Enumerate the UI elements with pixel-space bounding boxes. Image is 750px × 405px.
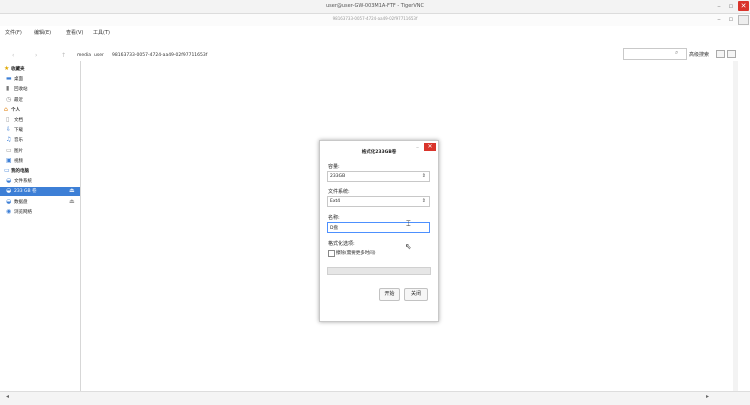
menu-view[interactable]: 查看(V) [66, 29, 83, 36]
window-maximize-button[interactable]: ▫ [726, 14, 736, 24]
sidebar-item-1[interactable]: ▬ 桌面 [0, 75, 80, 84]
sidebar-item-label: 回收站 [14, 87, 28, 93]
breadcrumb-media[interactable]: media [77, 53, 91, 58]
name-label: 名称: [328, 215, 340, 221]
clock-icon: ◷ [6, 95, 12, 103]
format-options-label: 格式化选项: [328, 241, 355, 247]
sidebar-item-11[interactable]: ◒ 文件系统 [0, 177, 80, 186]
window-title: 98163733-0057-4724-aa49-02f97711653f [332, 16, 418, 21]
dialog-minimize-button[interactable]: – [416, 144, 419, 151]
desktop-icon: ▬ [6, 75, 12, 83]
volume-name-value: D盘 [330, 226, 338, 231]
vnc-window-title: user@user-GW-003M1A-FTF - TigerVNC [325, 3, 424, 9]
sidebar-item-label: 浏览网络 [14, 209, 32, 215]
window-restore-icon[interactable] [738, 15, 749, 25]
format-dialog: 格式化233GB卷 – ✕ 容量: 233GB ⇕ 文件系统: Ext4 ⇕ 名… [319, 140, 439, 322]
sidebar-item-0[interactable]: ★ 收藏夹 [0, 65, 80, 74]
trash-icon: ▮ [6, 85, 10, 93]
filesystem-value: Ext4 [330, 199, 341, 204]
mouse-pointer-icon: ⇖ [405, 242, 412, 251]
updown-icon: ⇕ [421, 198, 426, 204]
vertical-scrollbar[interactable] [733, 61, 738, 391]
sidebar-item-14[interactable]: ◉ 浏览网络 [0, 208, 80, 217]
scroll-left-icon[interactable]: ◂ [6, 393, 9, 400]
menu-edit[interactable]: 编辑(E) [34, 29, 51, 36]
erase-checkbox[interactable] [328, 250, 335, 257]
filesystem-select[interactable]: Ext4 ⇕ [327, 196, 430, 207]
list-view-icon[interactable] [727, 50, 736, 58]
dialog-title: 格式化233GB卷 [361, 150, 397, 155]
download-icon: ⇩ [6, 126, 12, 134]
text-cursor-icon: ⌶ [406, 219, 411, 228]
star-icon: ★ [4, 65, 10, 72]
sidebar-item-label: 文档 [14, 118, 23, 123]
icon-view-icon[interactable] [716, 50, 725, 58]
capacity-select[interactable]: 233GB ⇕ [327, 171, 430, 182]
capacity-value: 233GB [330, 174, 346, 179]
close-button[interactable]: 关闭 [404, 288, 428, 301]
eject-icon[interactable]: ⏏ [69, 187, 75, 194]
erase-checkbox-label[interactable]: 擦除(需要更多时间) [336, 250, 376, 256]
sidebar-item-label: 文件系统 [14, 179, 32, 185]
start-button[interactable]: 开始 [379, 288, 400, 301]
sidebar-item-6[interactable]: ⇩ 下载 [0, 126, 80, 135]
sidebar-item-label: 个人 [11, 107, 20, 113]
music-icon: ♫ [6, 136, 12, 144]
window-minimize-button[interactable]: – [714, 14, 724, 24]
sidebar-item-3[interactable]: ◷ 最近 [0, 96, 80, 105]
sidebar-item-8[interactable]: ▭ 图片 [0, 147, 80, 156]
back-button[interactable]: ‹ [12, 52, 14, 59]
sidebar-item-label: 收藏夹 [11, 67, 25, 72]
filesystem-label: 文件系统: [328, 189, 350, 195]
video-icon: ▣ [6, 156, 12, 164]
picture-icon: ▭ [6, 146, 12, 154]
drive-icon: ◒ [6, 187, 12, 195]
capacity-label: 容量: [328, 164, 340, 170]
volume-name-input[interactable]: D盘 [327, 222, 430, 233]
scroll-right-icon[interactable]: ▸ [706, 393, 709, 400]
vnc-maximize-button[interactable]: ▫ [726, 1, 736, 11]
computer-icon: ▭ [4, 167, 10, 174]
sidebar-item-label: 桌面 [14, 77, 23, 83]
forward-button[interactable]: › [35, 52, 37, 59]
sidebar-item-5[interactable]: ▯ 文档 [0, 116, 80, 125]
menu-tools[interactable]: 工具(T) [93, 29, 110, 36]
sidebar-item-4[interactable]: ⌂ 个人 [0, 106, 80, 115]
network-icon: ◉ [6, 207, 12, 215]
sidebar-item-2[interactable]: ▮ 回收站 [0, 85, 80, 94]
sidebar-item-7[interactable]: ♫ 音乐 [0, 136, 80, 145]
sidebar-item-label: 233 GB 卷 [14, 189, 37, 195]
vnc-minimize-button[interactable]: – [714, 1, 724, 11]
document-icon: ▯ [6, 116, 10, 123]
sidebar-item-label: 图片 [14, 148, 23, 154]
drive-icon: ◒ [6, 197, 12, 205]
dialog-close-button[interactable]: ✕ [424, 143, 436, 151]
sidebar-item-10[interactable]: ▭ 我的电脑 [0, 167, 80, 176]
horizontal-scrollbar[interactable] [0, 391, 750, 405]
eject-icon[interactable]: ⏏ [69, 198, 75, 205]
drive-icon: ◒ [6, 177, 12, 185]
menubar [0, 27, 750, 37]
breadcrumb-volume[interactable]: 98163733-0057-4724-aa49-02f97711653f [112, 53, 207, 58]
sidebar-item-12[interactable]: ◒ 233 GB 卷 ⏏ [0, 187, 80, 197]
sidebar-item-label: 音乐 [14, 138, 23, 144]
home-icon: ⌂ [4, 105, 8, 113]
search-icon[interactable]: ⌕ [675, 49, 678, 57]
sidebar-item-9[interactable]: ▣ 视频 [0, 157, 80, 166]
format-progress-bar [327, 267, 431, 275]
sidebar-item-13[interactable]: ◒ 数据盘 ⏏ [0, 198, 80, 207]
advanced-search-button[interactable]: 高级搜索 [689, 51, 709, 58]
up-button[interactable]: ↑ [61, 52, 66, 59]
breadcrumb-user[interactable]: user [94, 53, 104, 58]
sidebar-item-label: 最近 [14, 97, 23, 103]
sidebar-item-label: 下载 [14, 128, 23, 134]
sidebar-item-label: 视频 [14, 158, 23, 164]
sidebar-item-label: 我的电脑 [11, 169, 29, 174]
menu-file[interactable]: 文件(F) [5, 29, 22, 36]
vnc-close-button[interactable]: ✕ [738, 1, 749, 11]
sidebar-item-label: 数据盘 [14, 199, 28, 205]
updown-icon: ⇕ [421, 173, 426, 179]
